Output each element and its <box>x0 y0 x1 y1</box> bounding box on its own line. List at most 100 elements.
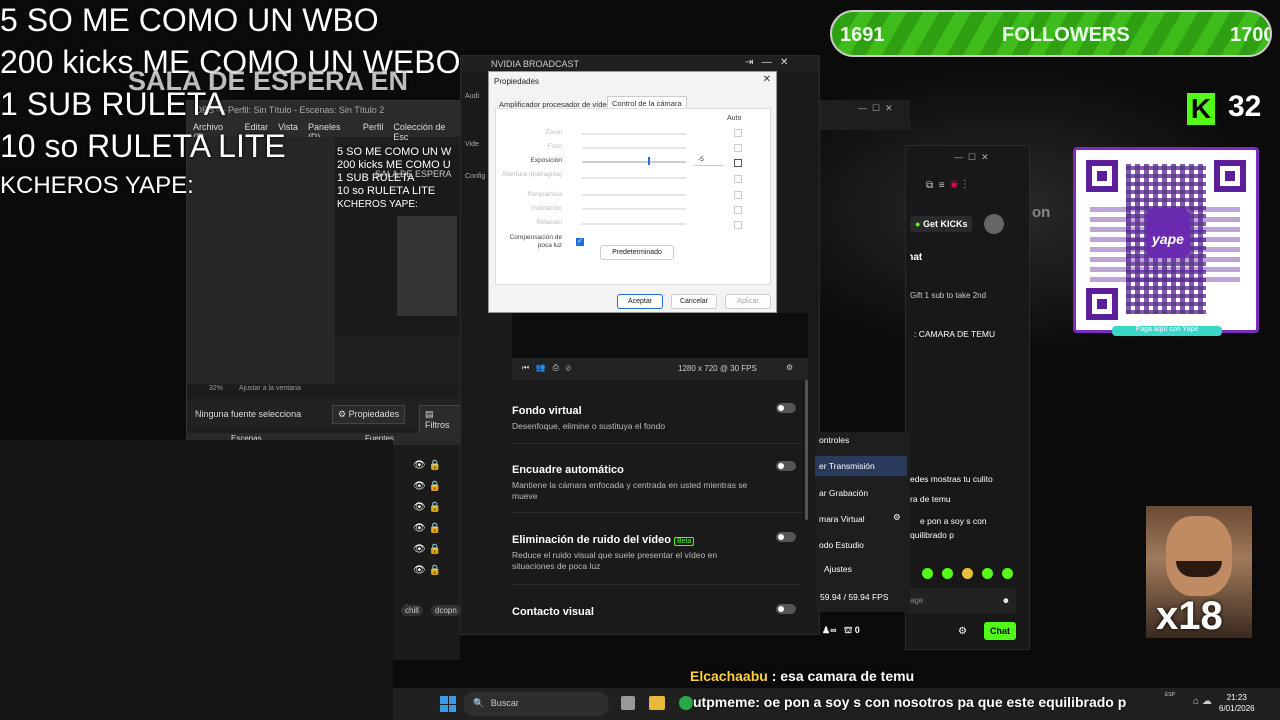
followers-current: 1691 <box>840 24 885 46</box>
filters-button[interactable]: ▤ Filtros <box>419 405 461 434</box>
source-tag[interactable]: chill <box>401 605 423 616</box>
background-window: — ☐ ✕ <box>820 100 910 130</box>
row-label: Exposición <box>530 157 562 164</box>
chat-footer-icons[interactable]: ♟∞ ⛫ 0 <box>822 625 860 637</box>
bg-window-controls[interactable]: — ☐ ✕ <box>858 103 893 114</box>
browser-toolbar-icons[interactable]: ⧉ ≡ ◉ ⋮ <box>926 180 966 191</box>
yape-qr-code: yape Paga aquí con Yape <box>1073 147 1259 336</box>
file-explorer-icon[interactable] <box>649 696 665 710</box>
auto-checkbox <box>734 144 742 152</box>
apply-button[interactable]: Aplicar <box>725 294 771 309</box>
taskbar-search[interactable]: 🔍 Buscar <box>463 692 609 716</box>
low-light-label: Compensación de poca luz <box>509 234 562 249</box>
emoji-icon[interactable] <box>1002 568 1013 579</box>
gift-banner[interactable]: Gift 1 sub to take 2nd <box>910 291 986 300</box>
clock[interactable]: 21:23 6/01/2026 <box>1219 692 1255 714</box>
feature-video-noise: Eliminación de ruido del vídeo Beta Redu… <box>512 534 802 572</box>
emoji-picker-icon[interactable]: ☻ <box>1002 596 1010 605</box>
toggle-video-noise[interactable] <box>776 532 796 542</box>
cancel-button[interactable]: Cancelar <box>671 294 717 309</box>
mini-overlay-line: 5 SO ME COMO UN W <box>337 146 452 158</box>
no-source-label: Ninguna fuente selecciona <box>195 409 302 419</box>
feature-desc: Reduce el ruido visual que suele present… <box>512 550 718 571</box>
get-kicks-button[interactable]: ● Get KICKs <box>910 216 973 232</box>
exposure-value[interactable]: -5 <box>694 156 724 166</box>
obs-controls-dock: ontroles er Transmisión ar Grabación mar… <box>815 432 910 612</box>
resolution-select[interactable]: 1280 x 720 @ 30 FPS <box>678 364 757 373</box>
browser-icon[interactable] <box>679 696 693 710</box>
default-button[interactable]: Predeterminado <box>600 245 674 260</box>
sources-dock: 👁 🔒👁 🔒👁 🔒👁 🔒👁 🔒👁 🔒 ⌃ ⌄ chill dcopn <box>393 445 461 660</box>
chat-input-placeholder: age <box>910 596 924 605</box>
emoji-icon[interactable] <box>962 568 973 579</box>
chat-message: edes mostras tu culito <box>910 474 993 484</box>
emoji-icon[interactable] <box>942 568 953 579</box>
qr-finder <box>1086 160 1118 192</box>
featured-chat-message: Elcachaabu : esa camara de temu <box>690 668 914 684</box>
auto-checkbox[interactable] <box>734 159 742 167</box>
start-stream-button[interactable]: er Transmisión <box>815 456 907 476</box>
studio-mode-button[interactable]: odo Estudio <box>819 540 864 550</box>
obs-preview: 5 SO ME COMO UN W 200 kicks ME COMO U 1 … <box>335 146 460 336</box>
screen: OBS — Perfil: Sin Título - Escenas: Sin … <box>0 0 1280 720</box>
ok-button[interactable]: Aceptar <box>617 294 663 309</box>
close-icon[interactable]: ✕ <box>763 74 771 85</box>
menu-coleccion[interactable]: Colección de Esc <box>393 122 459 142</box>
mini-overlay-line: 10 so RULETA LITE <box>337 185 436 197</box>
feature-auto-frame: Encuadre automático Mantiene la cámara e… <box>512 464 802 502</box>
nvb-scrollbar[interactable] <box>805 380 808 520</box>
settings-button[interactable]: Ajustes <box>824 564 852 574</box>
gear-icon[interactable]: ⚙ <box>958 626 967 637</box>
virtual-cam-button[interactable]: mara Virtual <box>819 514 865 524</box>
emoji-icon[interactable] <box>922 568 933 579</box>
qr-finder <box>1086 288 1118 320</box>
avatar[interactable] <box>984 214 1004 234</box>
tray-icons[interactable]: ⌂ ☁ <box>1193 696 1212 707</box>
clock-date: 6/01/2026 <box>1219 704 1255 713</box>
kick-count: 32 <box>1228 90 1262 123</box>
followers-label: FOLLOWERS <box>1002 24 1130 46</box>
gear-icon[interactable]: ⚙ <box>893 512 901 523</box>
zoom-label[interactable]: 32% <box>209 385 223 392</box>
slider-exposure[interactable] <box>582 161 686 163</box>
slider-thumb[interactable] <box>648 157 650 165</box>
dialog-title: Propiedades <box>494 77 539 86</box>
row-label: Zoom <box>545 129 562 136</box>
task-view-icon[interactable] <box>621 696 635 710</box>
row-label: Inclinación <box>531 205 562 212</box>
search-placeholder: Buscar <box>490 698 519 708</box>
qr-caption: Paga aquí con Yape <box>1112 326 1222 336</box>
slider-roll <box>582 223 686 225</box>
toggle-auto-frame[interactable] <box>776 461 796 471</box>
nvb-toolbar-icons[interactable]: ⏮ 👥 ⎙ ⊘ <box>522 363 571 373</box>
emoji-icon[interactable] <box>982 568 993 579</box>
fit-label[interactable]: Ajustar a la ventana <box>239 385 301 392</box>
settings-icon[interactable]: ⚙ <box>786 363 793 372</box>
lang-indicator[interactable]: ESP <box>1165 692 1175 698</box>
nvb-preview-toolbar: ⏮ 👥 ⎙ ⊘ 1280 x 720 @ 30 FPS ⚙ <box>512 358 808 380</box>
on-text: on <box>1032 204 1051 221</box>
windows-taskbar: 🔍 Buscar utpmeme: oe pon a soy s con nos… <box>393 688 1280 720</box>
toggle-eye-contact[interactable] <box>776 604 796 614</box>
overlay-line: 5 SO ME COMO UN WBO <box>0 2 379 38</box>
source-tag[interactable]: dcopn <box>431 605 461 616</box>
face-shape <box>1166 516 1232 596</box>
auto-header: Auto <box>727 115 742 122</box>
menu-perfil[interactable]: Perfil <box>363 122 384 134</box>
clock-time: 21:23 <box>1226 693 1247 702</box>
toggle-virtual-background[interactable] <box>776 403 796 413</box>
properties-button[interactable]: ⚙ Propiedades <box>332 405 406 424</box>
nvb-window-controls[interactable]: ⇥ — ✕ <box>745 57 788 68</box>
chat-input[interactable]: age ☻ <box>906 588 1016 614</box>
camera-control-pane: Auto Zoom Foco Exposición -5 Abertura (d… <box>495 108 771 285</box>
source-visibility-icons[interactable]: 👁 🔒 👁 🔒 👁 🔒 👁 🔒 👁 🔒 👁 🔒 <box>413 455 441 581</box>
menu-paneles[interactable]: Paneles (D) <box>308 122 353 142</box>
windows-start-icon[interactable] <box>440 696 456 712</box>
record-button[interactable]: ar Grabación <box>819 488 868 498</box>
chat-send-button[interactable]: Chat <box>984 622 1016 640</box>
sala-text: SALA DE ESPERA EN <box>128 66 409 96</box>
chat-window-controls[interactable]: — ☐ ✕ <box>954 152 989 163</box>
divider <box>512 584 802 585</box>
low-light-checkbox[interactable]: ✓ <box>576 238 584 246</box>
qr-finder <box>1214 160 1246 192</box>
